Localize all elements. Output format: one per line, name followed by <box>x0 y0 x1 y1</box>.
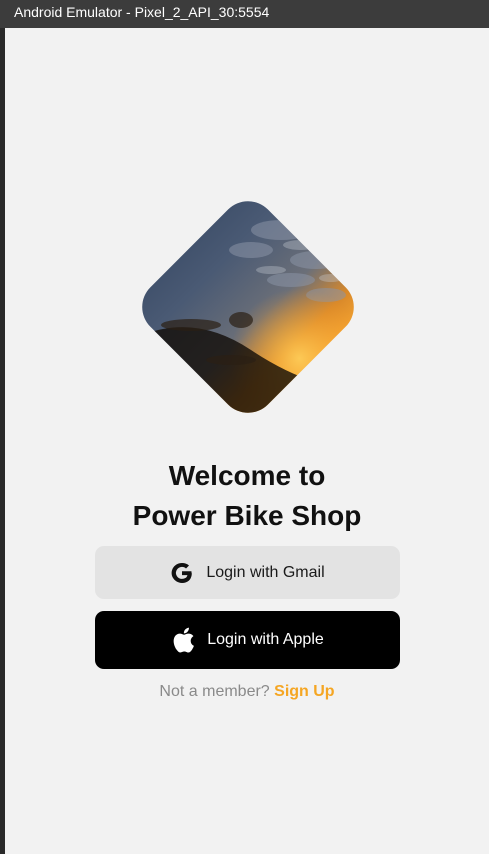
app-screen: Welcome to Power Bike Shop Login with Gm… <box>5 28 489 854</box>
login-with-apple-label: Login with Apple <box>207 631 324 648</box>
emulator-window: Android Emulator - Pixel_2_API_30:5554 W… <box>0 0 489 854</box>
welcome-title-line-1: Welcome to <box>168 460 326 491</box>
apple-icon <box>171 626 195 654</box>
sign-up-link[interactable]: Sign Up <box>274 683 334 700</box>
login-with-gmail-button[interactable]: Login with Gmail <box>95 546 400 599</box>
signup-prompt-text: Not a member? <box>159 683 270 700</box>
google-icon <box>170 561 194 585</box>
sunset-logo-image <box>131 190 365 424</box>
window-title: Android Emulator - Pixel_2_API_30:5554 <box>0 0 489 28</box>
welcome-title-line-2: Power Bike Shop <box>132 500 362 531</box>
login-with-apple-button[interactable]: Login with Apple <box>95 611 400 669</box>
login-with-gmail-label: Login with Gmail <box>206 563 325 581</box>
signup-prompt-row: Not a member? Sign Up <box>5 683 489 701</box>
